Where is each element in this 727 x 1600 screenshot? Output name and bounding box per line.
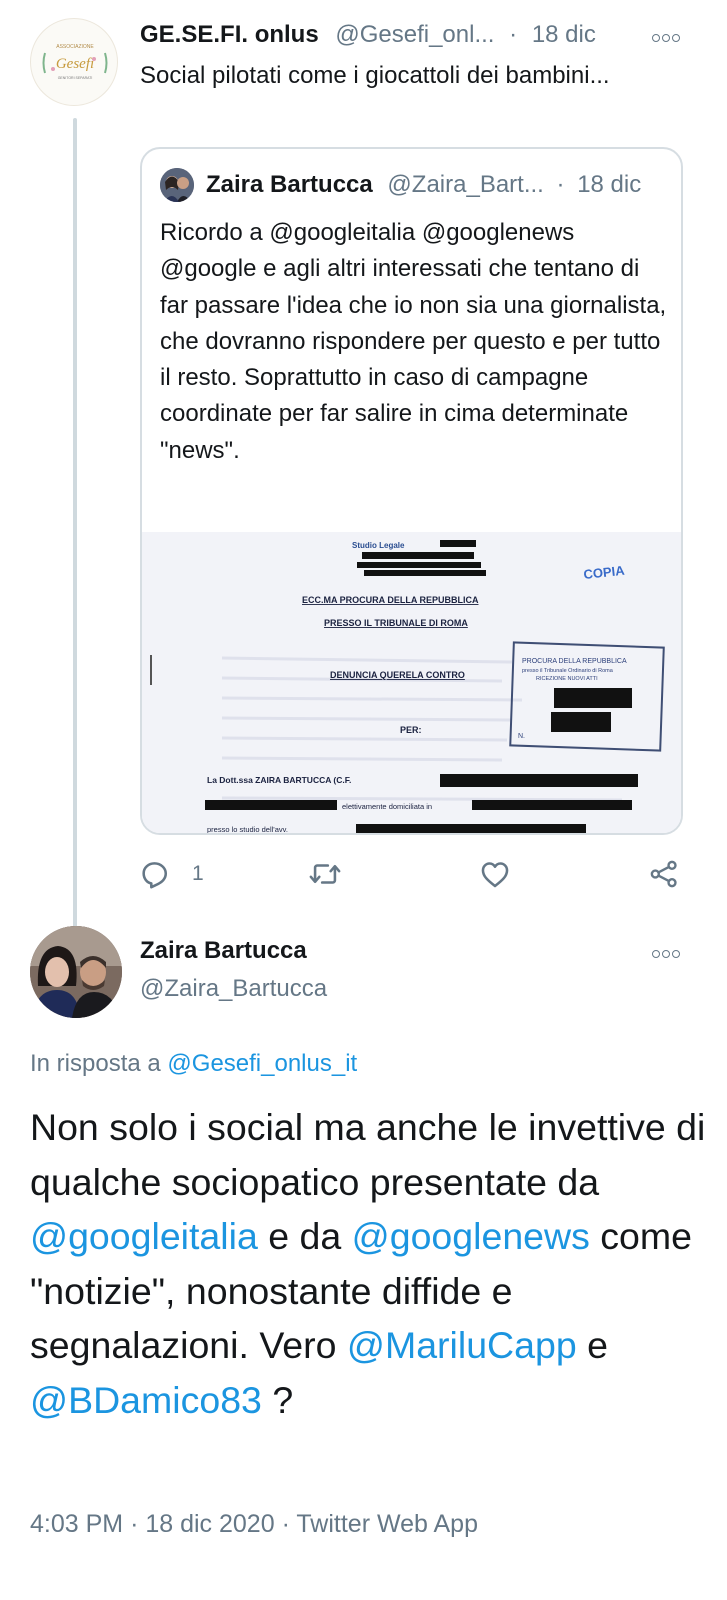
retweet-button[interactable] <box>306 852 352 896</box>
svg-text:presso il Tribunale Ordinario: presso il Tribunale Ordinario di Roma <box>522 668 614 674</box>
share-button[interactable] <box>648 852 680 896</box>
svg-text:N.: N. <box>518 733 525 740</box>
document-subject: DENUNCIA QUERELA CONTRO <box>330 670 465 680</box>
tweet-1-header: GE.SE.FI. onlus @Gesefi_onl... · 18 dic <box>140 18 680 52</box>
quoted-tweet-date[interactable]: 18 dic <box>577 171 641 198</box>
quoted-tweet-image[interactable]: Studio Legale COPIA ECC.MA PROCURA DELLA… <box>142 532 681 834</box>
body-text-segment: e da <box>257 1215 352 1257</box>
zaira-avatar[interactable] <box>30 926 122 1018</box>
tweet-2-display-name[interactable]: Zaira Bartucca <box>140 934 307 968</box>
tweet-2-source[interactable]: Twitter Web App <box>296 1510 478 1538</box>
document-line-1: La Dott.ssa ZAIRA BARTUCCA (C.F. <box>207 775 351 785</box>
document-addressee-1: ECC.MA PROCURA DELLA REPUBBLICA <box>302 595 479 605</box>
document-line-3: presso lo studio dell'avv. <box>207 825 288 834</box>
svg-text:Gesefi: Gesefi <box>56 56 94 72</box>
body-text-segment: ? <box>261 1378 294 1421</box>
tweet-1-handle[interactable]: @Gesefi_onl... <box>335 21 494 48</box>
quoted-tweet-card[interactable]: Zaira Bartucca @Zaira_Bart... · 18 dic R… <box>140 147 683 835</box>
tweet-2-date[interactable]: 18 dic 2020 <box>145 1510 274 1538</box>
tweet-2-handle[interactable]: @Zaira_Bartucca <box>140 972 327 1006</box>
legal-document-photo: Studio Legale COPIA ECC.MA PROCURA DELLA… <box>142 532 681 834</box>
svg-text:PROCURA DELLA REPUBBLICA: PROCURA DELLA REPUBBLICA <box>522 658 627 665</box>
tweet-2-time[interactable]: 4:03 PM <box>30 1510 123 1538</box>
tweet-1-display-name[interactable]: GE.SE.FI. onlus <box>140 21 319 48</box>
more-options-icon[interactable] <box>652 945 684 958</box>
like-button[interactable] <box>478 852 520 896</box>
svg-text:GENITORI SEPARATI: GENITORI SEPARATI <box>58 76 93 80</box>
thread-line <box>73 118 77 938</box>
reply-to-handle-link[interactable]: @Gesefi_onlus_it <box>167 1050 357 1077</box>
tweet-1-date[interactable]: 18 dic <box>532 21 596 48</box>
tweet-2-body: Non solo i social ma anche le invettive … <box>30 1100 710 1427</box>
tweet-1-separator: · <box>509 21 518 48</box>
mention-link[interactable]: @googlenews <box>352 1215 590 1257</box>
retweet-icon <box>309 864 341 884</box>
reply-count: 1 <box>192 862 204 885</box>
mention-link[interactable]: @MariluCapp <box>347 1324 577 1366</box>
quoted-tweet-text: Ricordo a @googleitalia @googlenews @goo… <box>160 219 667 464</box>
mention-link[interactable]: @googleitalia <box>30 1215 258 1257</box>
body-text-segment: Non solo i social ma anche le invettive … <box>30 1106 706 1203</box>
quoted-tweet-handle[interactable]: @Zaira_Bart... <box>387 171 543 198</box>
document-line-2: elettivamente domiciliata in <box>342 802 432 811</box>
tweet-1-text: Social pilotati come i giocattoli dei ba… <box>140 62 610 89</box>
like-icon <box>481 862 509 888</box>
quoted-tweet-separator: · <box>556 171 565 198</box>
share-icon <box>650 860 677 888</box>
reply-context: In risposta a @Gesefi_onlus_it <box>30 1047 357 1081</box>
reply-icon <box>142 862 168 889</box>
gesefi-logo: ASSOCIAZIONE Gesefi GENITORI SEPARATI <box>42 44 108 80</box>
document-addressee-2: PRESSO IL TRIBUNALE DI ROMA <box>324 618 468 628</box>
svg-text:ASSOCIAZIONE: ASSOCIAZIONE <box>56 44 94 50</box>
more-options-icon[interactable] <box>652 29 684 42</box>
gesefi-avatar[interactable]: ASSOCIAZIONE Gesefi GENITORI SEPARATI <box>30 18 118 106</box>
svg-text:RICEZIONE NUOVI ATTI: RICEZIONE NUOVI ATTI <box>536 676 598 682</box>
document-per: PER: <box>400 725 422 735</box>
body-text-segment: e <box>576 1324 608 1366</box>
tweet-2-meta-separator: · <box>281 1510 290 1538</box>
quoted-tweet-display-name[interactable]: Zaira Bartucca <box>206 171 373 198</box>
document-letterhead: Studio Legale <box>352 541 405 550</box>
mention-link[interactable]: @BDamico83 <box>30 1379 262 1421</box>
reply-button[interactable]: 1 <box>138 852 204 896</box>
quoted-tweet-avatar <box>160 168 194 202</box>
tweet-2-meta-separator: · <box>130 1510 139 1538</box>
reply-to-prefix: In risposta a <box>30 1050 161 1077</box>
tweet-2-meta: 4:03 PM · 18 dic 2020 · Twitter Web App <box>30 1507 478 1541</box>
quoted-tweet-header: Zaira Bartucca @Zaira_Bart... · 18 dic <box>206 169 676 201</box>
tweet-1-actions: 1 <box>138 852 698 896</box>
